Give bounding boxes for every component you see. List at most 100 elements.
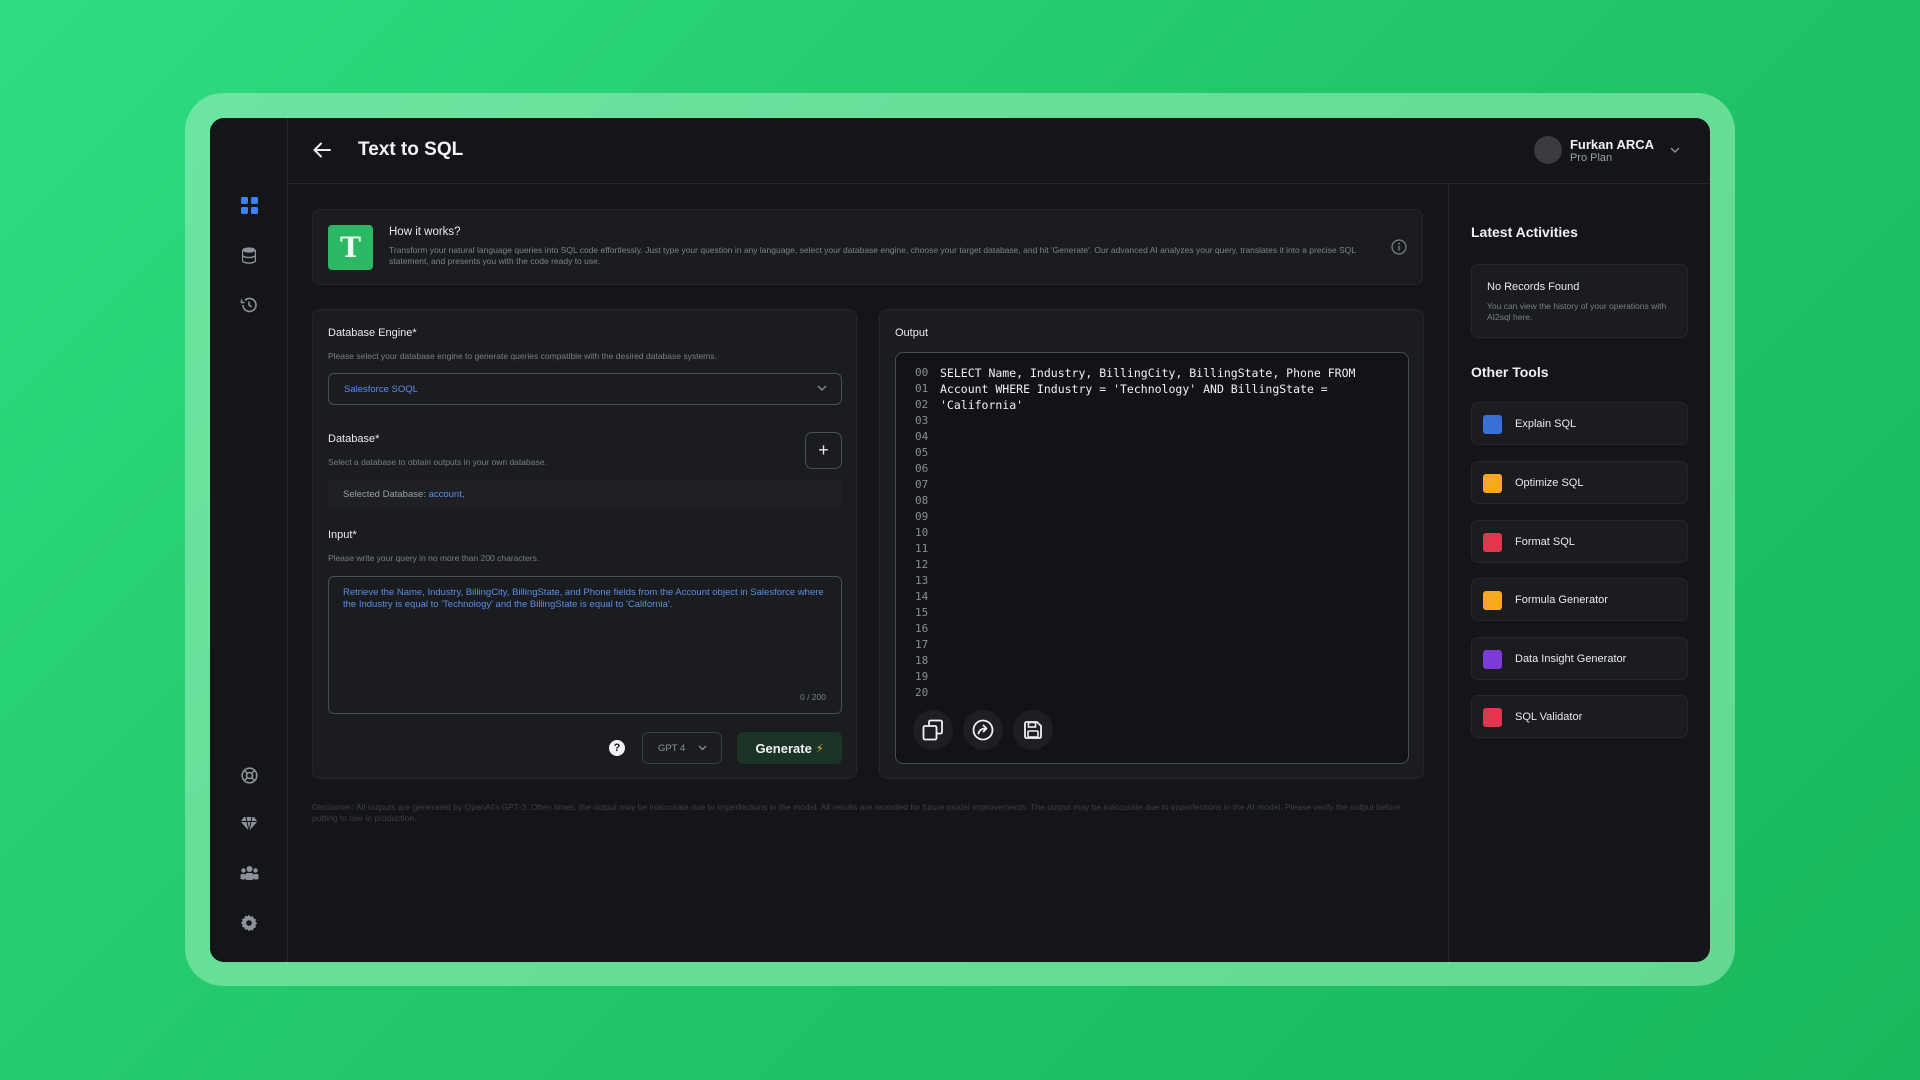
right-sidebar: Latest Activities No Records Found You c… xyxy=(1448,185,1710,962)
model-select[interactable]: GPT 4 xyxy=(642,732,722,764)
formula-generator-icon xyxy=(1483,591,1502,610)
query-input[interactable]: Retrieve the Name, Industry, BillingCity… xyxy=(328,576,842,714)
line-number: 05 xyxy=(915,446,929,459)
generate-label: Generate xyxy=(755,740,812,756)
data-insight-generator-icon xyxy=(1483,650,1502,669)
line-number: 10 xyxy=(915,526,929,539)
how-it-works-description: Transform your natural language queries … xyxy=(389,245,1356,266)
line-number: 18 xyxy=(915,654,929,667)
line-number: 20 xyxy=(915,686,929,699)
team-icon[interactable] xyxy=(239,863,259,883)
generate-button[interactable]: Generate ⚡ xyxy=(737,732,842,764)
save-button[interactable] xyxy=(1013,710,1053,750)
sidebar xyxy=(210,118,288,962)
code-actions xyxy=(913,710,1053,750)
selected-database: Selected Database: account, xyxy=(328,480,842,508)
top-bar: Text to SQL Furkan ARCA Pro Plan xyxy=(288,118,1710,184)
share-button[interactable] xyxy=(963,710,1003,750)
selected-database-value: account, xyxy=(428,489,465,500)
user-plan: Pro Plan xyxy=(1569,151,1613,164)
grid-icon[interactable] xyxy=(239,195,259,215)
line-number: 17 xyxy=(915,638,929,651)
line-number: 16 xyxy=(915,622,929,635)
explain-sql-icon xyxy=(1483,415,1502,434)
char-counter: 0 / 200 xyxy=(800,691,826,702)
output-label: Output xyxy=(895,327,929,339)
engine-label: Database Engine* xyxy=(328,327,417,339)
no-records-description: You can view the history of your operati… xyxy=(1487,301,1667,322)
chevron-down-icon xyxy=(817,385,827,391)
main-content: T How it works? Transform your natural l… xyxy=(288,185,1448,962)
tool-formula-generator[interactable]: Formula Generator xyxy=(1471,578,1688,621)
line-number: 00 xyxy=(915,366,929,379)
tool-data-insight-generator[interactable]: Data Insight Generator xyxy=(1471,637,1688,680)
tool-label: Format SQL xyxy=(1515,536,1575,548)
line-numbers: 00 01 02 03 04 05 06 07 08 09 10 11 12 13 14 15 16 17 18 19… xyxy=(915,365,928,701)
chevron-down-icon xyxy=(698,745,707,751)
input-hint: Please write your query in no more than … xyxy=(328,553,540,563)
latest-activities-title: Latest Activities xyxy=(1471,224,1578,240)
no-records-card: No Records Found You can view the histor… xyxy=(1471,264,1688,338)
tool-format-sql[interactable]: Format SQL xyxy=(1471,520,1688,563)
user-menu[interactable]: Furkan ARCA Pro Plan xyxy=(1533,136,1680,164)
back-arrow-icon[interactable] xyxy=(312,140,334,162)
bolt-icon: ⚡ xyxy=(815,742,824,755)
line-number: 19 xyxy=(915,670,929,683)
line-number: 13 xyxy=(915,574,929,587)
tool-label: Optimize SQL xyxy=(1515,477,1584,489)
line-number: 11 xyxy=(915,542,929,555)
line-number: 01 xyxy=(915,382,929,395)
line-number: 04 xyxy=(915,430,929,443)
diamond-icon[interactable] xyxy=(239,814,259,834)
model-selected-value: GPT 4 xyxy=(658,743,686,754)
app-window: Text to SQL Furkan ARCA Pro Plan T How i… xyxy=(210,118,1710,962)
support-icon[interactable] xyxy=(239,765,259,785)
how-it-works-title: How it works? xyxy=(389,226,461,238)
database-icon[interactable] xyxy=(239,245,259,265)
optimize-sql-icon xyxy=(1483,474,1502,493)
engine-selected-value: Salesforce SOQL xyxy=(344,384,418,395)
tool-explain-sql[interactable]: Explain SQL xyxy=(1471,402,1688,445)
tool-optimize-sql[interactable]: Optimize SQL xyxy=(1471,461,1688,504)
chevron-down-icon xyxy=(1670,147,1680,153)
disclaimer-text: Disclaimer: All outputs are generated by… xyxy=(312,802,1401,823)
line-number: 12 xyxy=(915,558,929,571)
info-icon[interactable] xyxy=(1391,239,1407,255)
code-output[interactable]: 00 01 02 03 04 05 06 07 08 09 10 11 12 13 14 15 16 17 18 19… xyxy=(895,352,1409,764)
format-sql-icon xyxy=(1483,533,1502,552)
add-database-button[interactable]: + xyxy=(805,432,842,469)
database-label: Database* xyxy=(328,433,380,445)
copy-icon xyxy=(922,719,943,741)
user-name: Furkan ARCA xyxy=(1569,136,1654,152)
tool-sql-validator[interactable]: SQL Validator xyxy=(1471,695,1688,738)
help-icon[interactable]: ? xyxy=(609,740,625,756)
engine-hint: Please select your database engine to ge… xyxy=(328,351,717,361)
gear-icon[interactable] xyxy=(239,913,259,933)
share-icon xyxy=(972,719,994,741)
line-number: 15 xyxy=(915,606,929,619)
line-number: 02 xyxy=(915,398,929,411)
query-input-text: Retrieve the Name, Industry, BillingCity… xyxy=(343,587,824,610)
line-number: 09 xyxy=(915,510,929,523)
other-tools-title: Other Tools xyxy=(1471,364,1549,380)
tool-label: Formula Generator xyxy=(1515,594,1608,606)
save-icon xyxy=(1024,721,1042,739)
line-number: 07 xyxy=(915,478,929,491)
query-form-panel: Database Engine* Please select your data… xyxy=(312,309,857,779)
how-it-works-banner: T How it works? Transform your natural l… xyxy=(312,209,1423,285)
tool-label: Explain SQL xyxy=(1515,418,1577,430)
avatar xyxy=(1533,136,1562,164)
input-label: Input* xyxy=(328,529,357,541)
no-records-title: No Records Found xyxy=(1487,281,1580,293)
copy-button[interactable] xyxy=(913,710,953,750)
tool-label: Data Insight Generator xyxy=(1515,653,1627,665)
text-to-sql-logo: T xyxy=(328,225,373,270)
tool-label: SQL Validator xyxy=(1515,711,1583,723)
sql-code: SELECT Name, Industry, BillingCity, Bill… xyxy=(940,366,1363,412)
sql-validator-icon xyxy=(1483,708,1502,727)
line-number: 08 xyxy=(915,494,929,507)
line-number: 03 xyxy=(915,414,929,427)
history-icon[interactable] xyxy=(239,295,259,315)
database-engine-select[interactable]: Salesforce SOQL xyxy=(328,373,842,405)
line-number: 14 xyxy=(915,590,929,603)
